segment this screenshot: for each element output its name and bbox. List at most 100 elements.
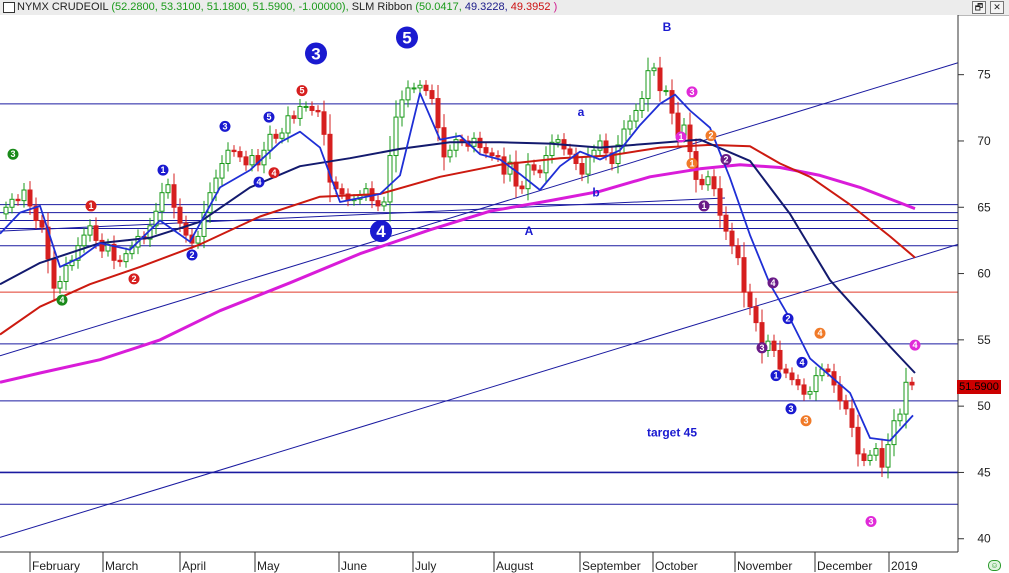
- candle-body-66: [399, 99, 405, 118]
- wave-marker-15: 3: [686, 86, 698, 98]
- candle-body-3: [21, 189, 27, 202]
- candle-body-106: [639, 98, 645, 111]
- wave-marker-1: 4: [56, 294, 68, 306]
- candle-body-117: [705, 176, 711, 186]
- restore-icon[interactable]: 🗗: [972, 1, 986, 14]
- candle-body-135: [813, 375, 819, 393]
- candle-body-121: [729, 230, 735, 247]
- wave-marker-25: 3: [785, 403, 797, 415]
- candle-body-116: [699, 178, 705, 186]
- wave-marker-label-9: 4: [271, 168, 276, 178]
- wave-marker-label-6: 3: [222, 121, 227, 131]
- candle-body-81: [489, 152, 495, 157]
- candle-body-94: [567, 148, 573, 155]
- wave-marker-label-23: 4: [799, 357, 804, 367]
- candle-body-110: [663, 90, 669, 93]
- candle-body-50: [303, 105, 309, 108]
- x-tick-label-7: September: [582, 559, 641, 573]
- candle-body-146: [879, 448, 885, 468]
- wave-marker-label-1: 4: [59, 295, 64, 305]
- candle-body-8: [51, 258, 57, 289]
- candle-body-56: [339, 188, 345, 195]
- candle-body-122: [735, 245, 741, 259]
- candle-body-108: [651, 67, 657, 72]
- wave-marker-11: 3: [305, 42, 327, 65]
- wave-marker-label-29: 3: [868, 517, 873, 527]
- wave-marker-14: 1: [675, 131, 687, 143]
- wave-marker-9: 4: [268, 167, 280, 179]
- candle-body-2: [15, 198, 21, 202]
- wave-marker-3: 2: [128, 273, 140, 285]
- candle-body-124: [747, 291, 753, 308]
- x-tick-label-11: 2019: [891, 559, 918, 573]
- candle-body-130: [783, 368, 789, 374]
- candle-body-96: [579, 163, 585, 175]
- wave-marker-label-14: 1: [678, 132, 683, 142]
- y-tick-label-1: 45: [977, 465, 991, 479]
- wave-marker-label-2: 1: [88, 201, 93, 211]
- candle-body-150: [903, 381, 909, 415]
- candle-body-148: [891, 420, 897, 446]
- close-icon[interactable]: ✕: [990, 1, 1004, 14]
- wave-marker-label-8: 5: [266, 112, 271, 122]
- y-tick-label-6: 70: [977, 134, 991, 148]
- candle-body-38: [231, 149, 237, 153]
- candle-body-47: [285, 115, 291, 134]
- candle-body-134: [807, 391, 813, 395]
- ribbon-label: SLM Ribbon: [351, 1, 413, 13]
- wave-marker-label-0: 3: [10, 149, 15, 159]
- y-tick-label-3: 55: [977, 333, 991, 347]
- wave-marker-label-11: 3: [311, 44, 320, 63]
- wave-marker-label-21: 3: [759, 343, 764, 353]
- x-tick-label-5: July: [415, 559, 436, 573]
- wave-marker-5: 2: [186, 249, 198, 261]
- candle-body-14: [87, 225, 93, 236]
- candle-body-6: [39, 220, 45, 228]
- candle-body-142: [855, 426, 861, 455]
- wave-marker-28: 4: [909, 339, 921, 351]
- candle-body-114: [687, 124, 693, 153]
- candle-body-143: [861, 453, 867, 462]
- candle-body-36: [219, 163, 225, 179]
- candle-body-104: [627, 120, 633, 130]
- candle-body-92: [555, 139, 561, 143]
- candle-body-46: [279, 132, 285, 139]
- wave-marker-7: 4: [253, 176, 265, 188]
- candle-body-151: [909, 381, 915, 386]
- candle-body-32: [195, 235, 201, 244]
- chart-annotation-2: b: [592, 186, 599, 200]
- status-icon[interactable]: ☺: [988, 560, 1001, 571]
- candle-body-52: [315, 109, 321, 113]
- candle-body-119: [717, 188, 723, 216]
- chart-annotation-4: target 45: [647, 426, 697, 440]
- ohlc-values: (52.2800, 53.3100, 51.1800, 51.5900, -1.…: [111, 1, 349, 13]
- x-tick-label-1: March: [105, 559, 138, 573]
- wave-marker-8: 5: [263, 111, 275, 123]
- candle-body-120: [723, 214, 729, 232]
- wave-marker-16: 2: [705, 130, 717, 142]
- wave-marker-label-27: 3: [803, 416, 808, 426]
- wave-marker-29: 3: [865, 516, 877, 528]
- candle-body-64: [387, 155, 393, 203]
- chart-title: NYMX CRUDEOIL (52.2800, 53.3100, 51.1800…: [17, 1, 557, 13]
- wave-marker-label-7: 4: [256, 177, 261, 187]
- chart-annotation-0: B: [663, 20, 672, 34]
- last-price-tag: 51.5900: [957, 380, 1001, 394]
- symbol-label: NYMX CRUDEOIL: [17, 1, 109, 13]
- candle-body-74: [447, 149, 453, 158]
- chart-annotation-3: A: [525, 224, 534, 238]
- wave-marker-20: 4: [767, 277, 779, 289]
- y-tick-label-2: 50: [977, 399, 991, 413]
- x-tick-label-0: February: [32, 559, 80, 573]
- x-tick-label-8: October: [655, 559, 698, 573]
- window-menu-icon[interactable]: [3, 2, 15, 13]
- candle-body-149: [897, 413, 903, 422]
- wave-marker-label-26: 4: [817, 328, 822, 338]
- candle-body-133: [801, 384, 807, 395]
- candle-body-144: [867, 454, 873, 462]
- candle-body-86: [519, 185, 525, 190]
- candle-body-28: [171, 184, 177, 208]
- candle-body-72: [435, 98, 441, 129]
- candle-body-85: [513, 161, 519, 187]
- candle-body-20: [123, 253, 129, 263]
